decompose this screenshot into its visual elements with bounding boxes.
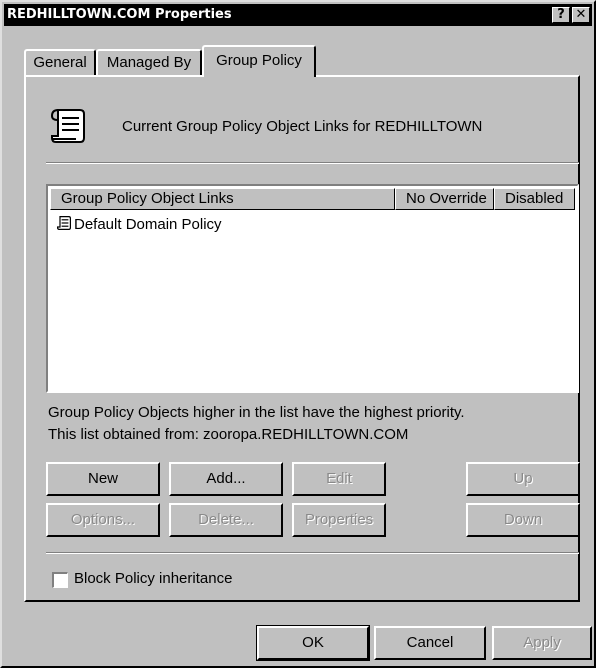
list-item[interactable]: Default Domain Policy bbox=[56, 214, 222, 236]
cancel-button[interactable]: Cancel bbox=[374, 626, 486, 660]
block-inheritance-label: Block Policy inheritance bbox=[74, 570, 233, 587]
column-header-links[interactable]: Group Policy Object Links bbox=[50, 188, 395, 210]
tab-group-policy[interactable]: Group Policy bbox=[202, 45, 316, 77]
new-button[interactable]: New bbox=[46, 462, 160, 496]
title-bar[interactable]: REDHILLTOWN.COM Properties ? ✕ bbox=[4, 4, 592, 26]
properties-dialog: REDHILLTOWN.COM Properties ? ✕ General M… bbox=[0, 0, 596, 668]
tab-managed-by[interactable]: Managed By bbox=[96, 49, 202, 75]
priority-note: Group Policy Objects higher in the list … bbox=[48, 404, 465, 421]
column-header-no-override[interactable]: No Override bbox=[395, 188, 494, 210]
list-item-name: Default Domain Policy bbox=[74, 216, 222, 233]
gpo-scroll-icon bbox=[57, 216, 71, 230]
panel-header-text: Current Group Policy Object Links for RE… bbox=[122, 118, 483, 135]
properties-button[interactable]: Properties bbox=[292, 503, 386, 537]
help-button[interactable]: ? bbox=[552, 7, 570, 23]
column-header-disabled[interactable]: Disabled bbox=[494, 188, 575, 210]
window-title: REDHILLTOWN.COM Properties bbox=[7, 7, 232, 22]
source-note: This list obtained from: zooropa.REDHILL… bbox=[48, 426, 409, 443]
gpo-links-list[interactable]: Group Policy Object Links No Override Di… bbox=[46, 184, 579, 393]
close-button[interactable]: ✕ bbox=[572, 7, 590, 23]
options-button[interactable]: Options... bbox=[46, 503, 160, 537]
up-button[interactable]: Up bbox=[466, 462, 580, 496]
gpo-scroll-icon bbox=[50, 109, 85, 143]
ok-button[interactable]: OK bbox=[256, 625, 370, 661]
header-divider bbox=[46, 162, 579, 164]
options-divider bbox=[46, 552, 579, 554]
tab-general[interactable]: General bbox=[24, 49, 96, 75]
down-button[interactable]: Down bbox=[466, 503, 580, 537]
add-button[interactable]: Add... bbox=[169, 462, 283, 496]
delete-button[interactable]: Delete... bbox=[169, 503, 283, 537]
edit-button[interactable]: Edit bbox=[292, 462, 386, 496]
block-inheritance-checkbox[interactable] bbox=[52, 572, 68, 588]
apply-button[interactable]: Apply bbox=[492, 626, 592, 660]
